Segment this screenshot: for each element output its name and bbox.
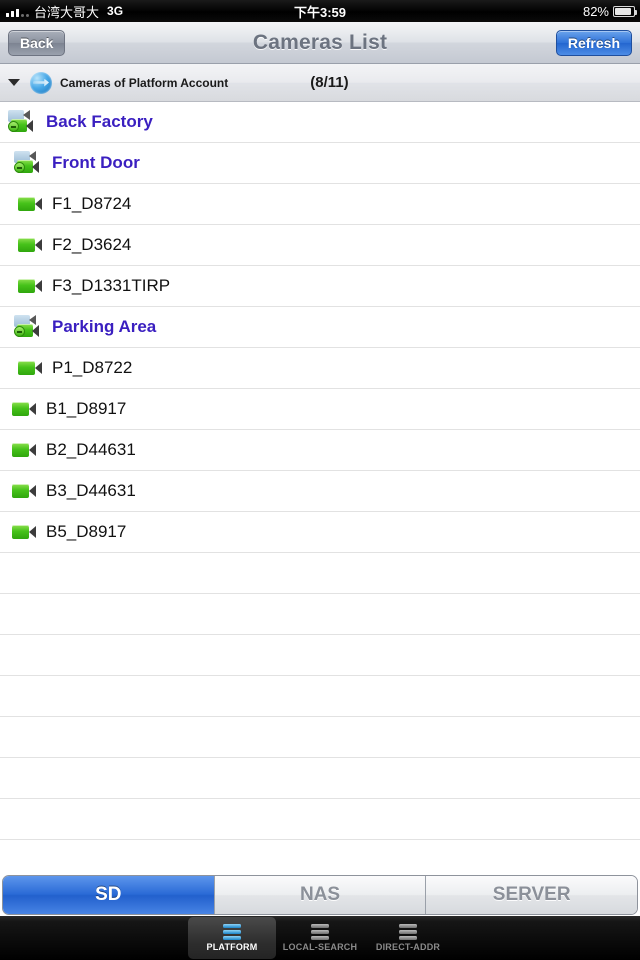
camera-row[interactable]: B1_D8917 bbox=[0, 389, 640, 430]
tab-platform[interactable]: PLATFORM bbox=[188, 917, 276, 959]
camera-group-row[interactable]: Parking Area bbox=[0, 307, 640, 348]
storage-segmented-control[interactable]: SD NAS SERVER bbox=[2, 875, 638, 915]
stack-icon bbox=[399, 924, 417, 940]
camera-label: B5_D8917 bbox=[46, 522, 127, 541]
section-header[interactable]: Cameras of Platform Account (8/11) bbox=[0, 64, 640, 102]
empty-list-row bbox=[0, 758, 640, 799]
camera-group-icon bbox=[12, 314, 42, 340]
camera-row[interactable]: B2_D44631 bbox=[0, 430, 640, 471]
section-header-title: Cameras of Platform Account bbox=[60, 75, 229, 90]
camera-row[interactable]: F1_D8724 bbox=[0, 184, 640, 225]
camera-icon bbox=[18, 237, 42, 253]
battery-percent-label: 82% bbox=[582, 3, 609, 19]
empty-list-row bbox=[0, 717, 640, 758]
segment-nas[interactable]: NAS bbox=[213, 876, 426, 914]
camera-group-icon bbox=[6, 109, 36, 135]
navigation-bar: Back Cameras List Refresh bbox=[0, 22, 640, 64]
camera-label: F2_D3624 bbox=[52, 235, 132, 254]
camera-group-label: Front Door bbox=[52, 153, 140, 172]
empty-list-row bbox=[0, 676, 640, 717]
camera-icon bbox=[18, 278, 42, 294]
camera-row[interactable]: F2_D3624 bbox=[0, 225, 640, 266]
battery-icon bbox=[613, 5, 637, 17]
tab-local-search[interactable]: LOCAL-SEARCH bbox=[276, 917, 364, 959]
status-bar-clock: 下午3:59 bbox=[293, 4, 347, 20]
camera-row[interactable]: F3_D1331TIRP bbox=[0, 266, 640, 307]
cameras-list[interactable]: Back Factory Front Door F1_D8724 F2_D3624 F3… bbox=[0, 102, 640, 867]
camera-icon bbox=[18, 360, 42, 376]
page-title: Cameras List bbox=[252, 30, 388, 54]
camera-label: B3_D44631 bbox=[46, 481, 136, 500]
camera-label: F1_D8724 bbox=[52, 194, 132, 213]
empty-list-row bbox=[0, 553, 640, 594]
camera-label: F3_D1331TIRP bbox=[52, 276, 171, 295]
camera-label: P1_D8722 bbox=[52, 358, 133, 377]
camera-group-icon bbox=[12, 150, 42, 176]
camera-label: B2_D44631 bbox=[46, 440, 136, 459]
camera-row[interactable]: B5_D8917 bbox=[0, 512, 640, 553]
camera-icon bbox=[12, 524, 36, 540]
back-button[interactable]: Back bbox=[8, 30, 66, 56]
tab-label: DIRECT-ADDR bbox=[375, 942, 441, 952]
tab-bar[interactable]: PLATFORM LOCAL-SEARCH DIRECT-ADDR bbox=[0, 916, 640, 960]
app-root: 台湾大哥大 3G 下午3:59 82% Back Cameras List Re… bbox=[0, 0, 640, 960]
chevron-down-icon[interactable] bbox=[8, 79, 20, 86]
segment-server[interactable]: SERVER bbox=[425, 876, 637, 914]
camera-icon bbox=[12, 401, 36, 417]
tab-label: LOCAL-SEARCH bbox=[282, 942, 358, 952]
status-bar: 台湾大哥大 3G 下午3:59 82% bbox=[0, 0, 640, 22]
stack-icon bbox=[223, 924, 241, 940]
camera-icon bbox=[12, 442, 36, 458]
camera-icon bbox=[12, 483, 36, 499]
tab-direct-addr[interactable]: DIRECT-ADDR bbox=[364, 917, 452, 959]
segment-sd[interactable]: SD bbox=[3, 876, 214, 914]
camera-icon bbox=[18, 196, 42, 212]
storage-segmented-control-wrap: SD NAS SERVER bbox=[0, 874, 640, 916]
empty-list-row bbox=[0, 799, 640, 840]
tab-label: PLATFORM bbox=[206, 942, 258, 952]
refresh-button[interactable]: Refresh bbox=[555, 30, 632, 56]
camera-group-row[interactable]: Back Factory bbox=[0, 102, 640, 143]
empty-list-row bbox=[0, 635, 640, 676]
camera-group-label: Back Factory bbox=[46, 112, 153, 131]
stack-icon bbox=[311, 924, 329, 940]
camera-row[interactable]: B3_D44631 bbox=[0, 471, 640, 512]
empty-list-row bbox=[0, 594, 640, 635]
status-bar-right: 82% bbox=[582, 3, 637, 19]
camera-group-row[interactable]: Front Door bbox=[0, 143, 640, 184]
camera-row[interactable]: P1_D8722 bbox=[0, 348, 640, 389]
camera-group-label: Parking Area bbox=[52, 317, 157, 336]
camera-label: B1_D8917 bbox=[46, 399, 127, 418]
section-header-count: (8/11) bbox=[310, 74, 349, 91]
empty-list-row bbox=[0, 840, 640, 867]
globe-icon bbox=[30, 71, 52, 94]
